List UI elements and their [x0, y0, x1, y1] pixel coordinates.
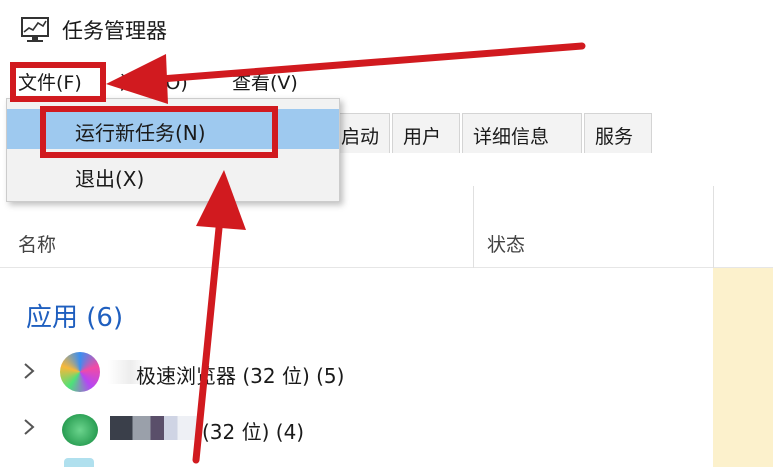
- redacted-text: [110, 416, 200, 440]
- chevron-right-icon[interactable]: [22, 361, 36, 381]
- process-row[interactable]: 极速浏览器 (32 位) (5): [0, 346, 713, 402]
- browser-icon: [60, 352, 100, 392]
- window-title: 任务管理器: [62, 19, 167, 43]
- menu-item-exit[interactable]: 退出(X): [7, 155, 339, 195]
- column-name-header[interactable]: 名称: [18, 230, 56, 257]
- group-header-apps: 应用 (6): [26, 303, 124, 333]
- chevron-right-icon[interactable]: [22, 417, 36, 437]
- menu-view[interactable]: 查看(V): [232, 68, 298, 95]
- tab-details[interactable]: 详细信息: [462, 113, 582, 153]
- process-name: (32 位) (4): [202, 420, 305, 444]
- tab-services[interactable]: 服务: [584, 113, 652, 153]
- annotation-highlight-file: [10, 62, 106, 102]
- menu-bar: 文件(F) 选项(O) 查看(V): [0, 62, 773, 98]
- menu-options[interactable]: 选项(O): [120, 68, 188, 95]
- column-status-header[interactable]: 状态: [487, 230, 525, 257]
- tab-users[interactable]: 用户: [392, 113, 460, 153]
- title-bar: 任务管理器: [0, 0, 773, 58]
- column-divider[interactable]: [713, 186, 714, 268]
- task-manager-icon: [21, 17, 49, 42]
- column-divider[interactable]: [473, 186, 474, 268]
- cpu-usage-column: [713, 268, 773, 467]
- process-name: 极速浏览器 (32 位) (5): [136, 364, 345, 388]
- app-icon: [64, 458, 94, 467]
- app-icon: [62, 414, 98, 446]
- annotation-highlight-run-task: [40, 106, 278, 158]
- process-row[interactable]: (32 位) (4): [0, 402, 713, 458]
